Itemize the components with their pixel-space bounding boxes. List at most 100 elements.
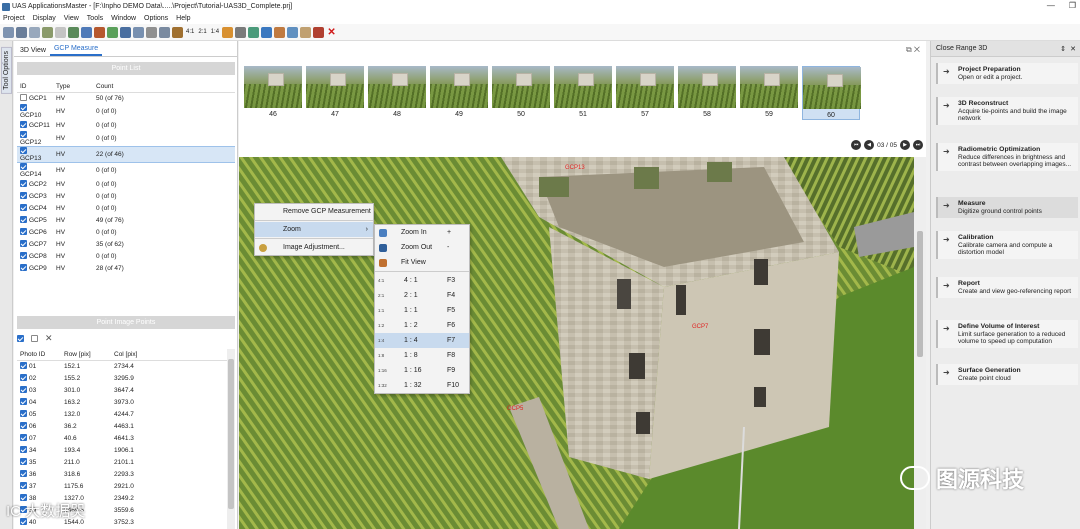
table-row[interactable]: GCP14 HV 0 (of 0) — [17, 163, 235, 178]
row-checkbox[interactable] — [20, 362, 27, 370]
menu-help[interactable]: Help — [176, 15, 190, 22]
row-checkbox[interactable] — [20, 482, 27, 489]
row-checkbox[interactable] — [20, 204, 27, 211]
row-checkbox[interactable] — [20, 374, 27, 381]
zoom-ratio-item[interactable]: 1:4 1 : 4 F7 — [375, 333, 469, 348]
edit-icon[interactable] — [29, 26, 40, 38]
table-row[interactable]: GCP11 HV 0 (of 0) — [17, 119, 235, 131]
row-checkbox[interactable] — [20, 410, 27, 417]
table-row[interactable]: GCP10 HV 0 (of 0) — [17, 104, 235, 119]
col-count[interactable]: Count — [93, 81, 235, 93]
table-row[interactable]: 05 132.0 4244.7 — [17, 408, 227, 420]
viewport-scrollbar-thumb[interactable] — [917, 231, 923, 357]
next-page-icon[interactable]: ▶ — [900, 140, 910, 150]
zoom-tool-icon[interactable] — [159, 26, 170, 38]
report-icon[interactable] — [274, 26, 286, 38]
close-pane-icon[interactable]: ✕ — [914, 45, 920, 54]
zoom-ratio-item[interactable]: 1:1 1 : 1 F5 — [375, 303, 469, 318]
row-checkbox[interactable] — [20, 434, 27, 441]
row-checkbox[interactable] — [20, 240, 27, 247]
table-row[interactable]: GCP2 HV 0 (of 0) — [17, 178, 235, 190]
row-checkbox[interactable] — [20, 216, 27, 223]
process-icon[interactable] — [94, 26, 105, 38]
table-row[interactable]: GCP13 HV 22 (of 46) — [17, 146, 235, 163]
table-row[interactable]: 02 155.2 3295.9 — [17, 372, 227, 384]
check-all-icon[interactable] — [17, 335, 24, 342]
row-checkbox[interactable] — [20, 192, 27, 199]
zoom-ratio-item[interactable]: 4:1 4 : 1 F3 — [375, 273, 469, 288]
undock-icon[interactable]: ⧉ — [906, 45, 912, 54]
col-photo-id[interactable]: Photo ID — [17, 349, 61, 361]
last-page-icon[interactable]: ⏭ — [913, 140, 923, 150]
camera-icon[interactable] — [107, 26, 118, 38]
row-checkbox[interactable] — [20, 121, 27, 128]
thumbnail[interactable]: 48 — [368, 66, 426, 120]
row-checkbox[interactable] — [20, 458, 27, 465]
thumbnail[interactable]: 46 — [244, 66, 302, 120]
workflow-step[interactable]: ➜ Surface Generation Create point cloud — [936, 364, 1078, 385]
table-row[interactable]: GCP4 HV 0 (of 0) — [17, 202, 235, 214]
row-checkbox[interactable] — [20, 398, 27, 405]
zoom-ratio-item[interactable]: 1:8 1 : 8 F8 — [375, 348, 469, 363]
table-row[interactable]: 06 36.2 4463.1 — [17, 420, 227, 432]
pin-icon[interactable]: ⇕ — [1060, 45, 1066, 53]
save-icon[interactable] — [16, 26, 27, 38]
restore-icon[interactable]: ❐ — [1069, 1, 1076, 10]
thumbnail[interactable]: 58 — [678, 66, 736, 120]
select-icon[interactable] — [133, 26, 144, 38]
table-row[interactable]: GCP1 HV 50 (of 76) — [17, 92, 235, 104]
workflow-step[interactable]: ➜ 3D Reconstruct Acquire tie-points and bu… — [936, 97, 1078, 125]
col-id[interactable]: ID — [17, 81, 53, 93]
col-col[interactable]: Col [pix] — [111, 349, 227, 361]
scrollbar-thumb[interactable] — [228, 359, 234, 509]
tool-options-tab[interactable]: Tool Options — [1, 47, 12, 94]
workflow-step[interactable]: ➜ Project Preparation Open or edit a proje… — [936, 63, 1078, 84]
zoom-2-1-button[interactable]: 2:1 — [197, 27, 207, 38]
row-checkbox[interactable] — [20, 147, 27, 154]
minimize-icon[interactable]: — — [1047, 1, 1055, 10]
filter-icon[interactable] — [287, 26, 299, 38]
point-icon[interactable] — [248, 26, 260, 38]
table-row[interactable]: GCP12 HV 0 (of 0) — [17, 131, 235, 147]
zoom-ratio-item[interactable]: 1:32 1 : 32 F10 — [375, 378, 469, 393]
first-page-icon[interactable]: ⏮ — [851, 140, 862, 150]
menu-project[interactable]: Project — [3, 15, 25, 22]
prev-page-icon[interactable]: ◀ — [864, 140, 875, 150]
row-checkbox[interactable] — [20, 422, 27, 429]
zoom-menu-item[interactable]: Zoom Out - — [375, 240, 469, 255]
image-points-scrollbar[interactable] — [227, 349, 235, 529]
row-checkbox[interactable] — [20, 470, 27, 477]
grid-icon[interactable] — [68, 26, 79, 38]
zoom-1-4-button[interactable]: 1:4 — [210, 27, 220, 38]
house-icon[interactable] — [300, 26, 312, 38]
menu-zoom[interactable]: Zoom › — [255, 222, 373, 237]
zoom-menu-item[interactable]: Fit View — [375, 255, 469, 270]
gcp-label-13[interactable]: GCP13 — [565, 165, 585, 171]
row-checkbox[interactable] — [20, 252, 27, 259]
zoom-ratio-item[interactable]: 1:16 1 : 16 F9 — [375, 363, 469, 378]
zoom-4-1-button[interactable]: 4:1 — [185, 27, 195, 38]
table-row[interactable]: 34 193.4 1906.1 — [17, 444, 227, 456]
table-row[interactable]: GCP8 HV 0 (of 0) — [17, 250, 235, 262]
menu-display[interactable]: Display — [33, 15, 56, 22]
col-type[interactable]: Type — [53, 81, 93, 93]
zoom-ratio-item[interactable]: 1:2 1 : 2 F6 — [375, 318, 469, 333]
row-checkbox[interactable] — [20, 446, 27, 453]
thumbnail[interactable]: 57 — [616, 66, 674, 120]
table-row[interactable]: 03 301.0 3647.4 — [17, 384, 227, 396]
tab-3d-view[interactable]: 3D View — [16, 45, 50, 56]
table-row[interactable]: GCP7 HV 35 (of 62) — [17, 238, 235, 250]
workflow-step[interactable]: ➜ Radiometric Optimization Reduce differen… — [936, 143, 1078, 171]
hand-pan-icon[interactable] — [146, 26, 157, 38]
close-x-icon[interactable]: ✕ — [326, 27, 337, 38]
thumbnail[interactable]: 50 — [492, 66, 550, 120]
row-checkbox[interactable] — [20, 104, 27, 111]
table-row[interactable]: 01 152.1 2734.4 — [17, 360, 227, 372]
row-checkbox[interactable] — [20, 131, 27, 138]
row-checkbox[interactable] — [20, 180, 27, 187]
globe-icon[interactable] — [81, 26, 92, 38]
gcp-add-icon[interactable] — [235, 26, 247, 38]
table-row[interactable]: 04 163.2 3973.0 — [17, 396, 227, 408]
row-checkbox[interactable] — [20, 386, 27, 393]
table-row[interactable]: 37 1175.6 2921.0 — [17, 480, 227, 492]
